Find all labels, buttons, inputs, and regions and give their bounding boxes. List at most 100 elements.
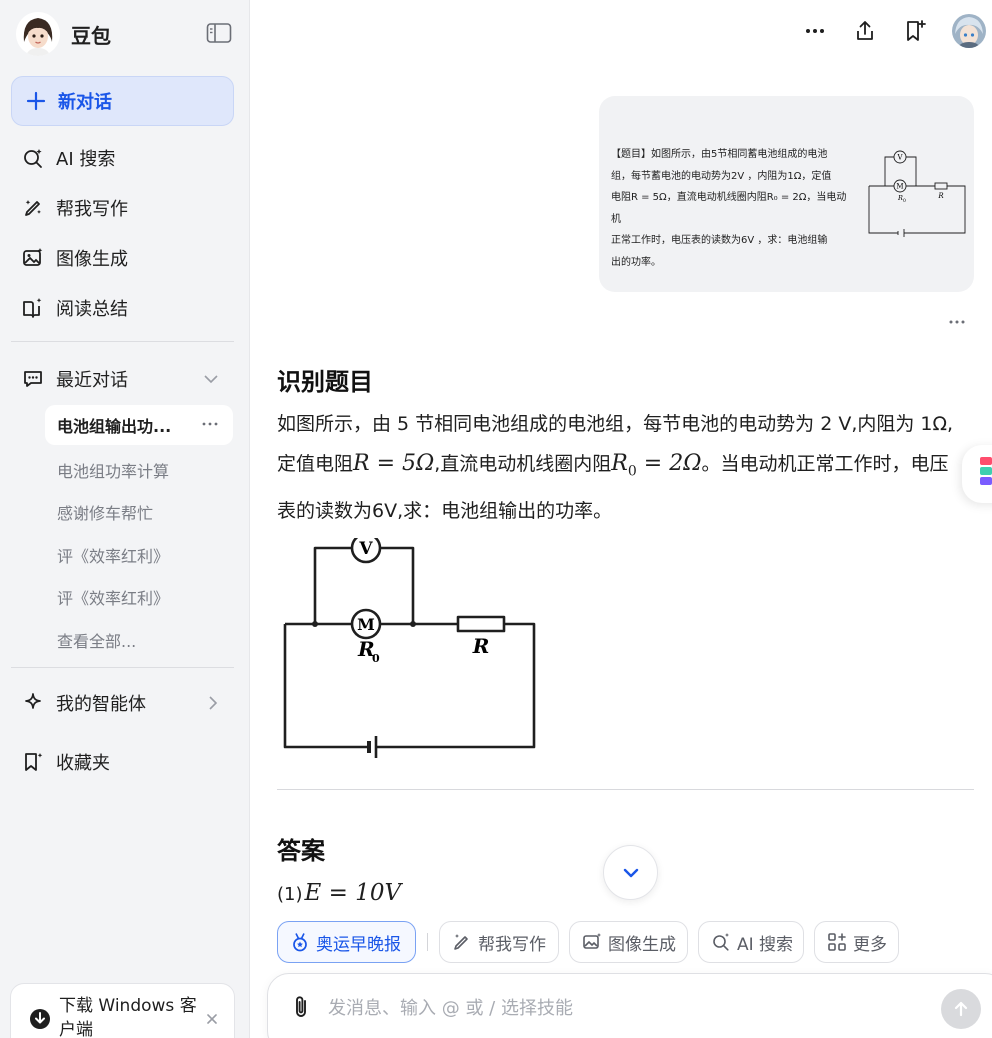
skill-chip-olympics[interactable]: 奥运早晚报 [277, 921, 416, 963]
conversation-item[interactable]: 评《效率红利》 [57, 585, 169, 609]
resistor-label: R [472, 634, 490, 658]
skill-chip-writing[interactable]: 帮我写作 [439, 921, 559, 963]
math-subscript: 0 [627, 463, 637, 480]
conversation-title: 电池组输出功... [57, 417, 172, 436]
answer-prefix: (1) [277, 884, 303, 905]
user-avatar[interactable] [952, 14, 986, 48]
recent-title: 最近对话 [56, 370, 128, 391]
user-message-image[interactable]: 【题目】如图所示，由5节相同蓄电池组成的电池 组，每节蓄电池的电动势为2V ，内… [599, 96, 974, 292]
image-icon [22, 247, 44, 269]
sidebar-item-ai-search[interactable]: AI 搜索 [22, 143, 115, 173]
answer-line: (1) E = 10V [277, 880, 401, 906]
problem-text: 定值电阻 [277, 453, 354, 475]
circuit-diagram: V M R 0 R [278, 538, 540, 760]
chat-bubble-icon [22, 368, 44, 390]
sidebar-item-writing[interactable]: 帮我写作 [22, 193, 128, 223]
more-icon[interactable] [201, 415, 219, 433]
question-image-text: 【题目】如图所示，由5节相同蓄电池组成的电池 组，每节蓄电池的电动势为2V ，内… [611, 144, 856, 273]
math-value: = 2Ω [636, 451, 702, 476]
download-client-banner[interactable]: 下载 Windows 客户端 [10, 983, 235, 1038]
section-title-answer: 答案 [277, 837, 325, 865]
sidebar-item-my-agents[interactable]: 我的智能体 [22, 688, 222, 718]
arrow-up-icon [954, 1001, 968, 1017]
section-divider [277, 789, 974, 790]
chip-label: 奥运早晚报 [316, 934, 401, 955]
image-icon [582, 932, 602, 952]
problem-text: ,直流电动机线圈内阻 [434, 453, 612, 475]
question-line: 出的功率。 [611, 256, 661, 268]
close-icon[interactable] [205, 1012, 219, 1026]
answer-math: E = 10V [304, 880, 402, 906]
brand[interactable]: 豆包 [16, 12, 111, 56]
problem-line: 定值电阻R = 5Ω,直流电动机线圈内阻R0 = 2Ω。当电动机正常工作时，电压 [277, 444, 977, 491]
sidebar-item-label: 图像生成 [56, 249, 128, 270]
app-logo-icon [980, 457, 992, 485]
conversation-item-active[interactable]: 电池组输出功... [45, 405, 233, 445]
floating-assistant-widget[interactable] [962, 445, 992, 503]
new-chat-label: 新对话 [58, 92, 112, 113]
message-more-icon[interactable] [946, 314, 968, 330]
problem-line: 表的读数为6V,求：电池组输出的功率。 [277, 500, 613, 523]
sidebar-divider [11, 667, 234, 668]
question-line: 正常工作时，电压表的读数为6V ，求：电池组输 [611, 235, 828, 246]
conversation-item[interactable]: 感谢修车帮忙 [57, 500, 153, 524]
sidebar-item-reading[interactable]: 阅读总结 [22, 293, 128, 323]
message-composer[interactable]: 发消息、输入 @ 或 / 选择技能 [267, 973, 992, 1038]
sidebar: 豆包 新对话 AI 搜索 帮我写作 图像生成 阅读总结 最近对话 电池组输出功.… [0, 0, 250, 1038]
send-button[interactable] [941, 989, 981, 1029]
chevron-down-icon [623, 868, 638, 877]
skill-chip-more[interactable]: 更多 [814, 921, 899, 963]
app-name: 豆包 [71, 23, 111, 48]
chevron-down-icon [202, 370, 220, 388]
sidebar-item-image-gen[interactable]: 图像生成 [22, 243, 128, 273]
bookmark-icon [22, 751, 44, 773]
sidebar-item-label: AI 搜索 [56, 149, 116, 170]
section-title-identify: 识别题目 [277, 368, 373, 396]
more-options-icon[interactable] [800, 16, 830, 46]
motor-resistance-sub: 0 [903, 198, 906, 204]
book-icon [22, 297, 44, 319]
small-circuit-diagram: V M R 0 R [867, 148, 967, 238]
sidebar-item-favorites[interactable]: 收藏夹 [22, 747, 110, 777]
sidebar-item-label: 帮我写作 [56, 199, 128, 220]
skill-chip-ai-search[interactable]: AI 搜索 [698, 921, 804, 963]
sidebar-item-label: 我的智能体 [56, 694, 146, 715]
bookmark-add-icon[interactable] [900, 16, 930, 46]
sidebar-toggle-icon[interactable] [206, 22, 232, 44]
view-all-link[interactable]: 查看全部... [57, 628, 136, 652]
pen-icon [452, 932, 472, 952]
problem-statement: 如图所示，由 5 节相同电池组成的电池组，每节电池的电动势为 2 V,内阻为 1… [277, 404, 977, 531]
sidebar-item-label: 收藏夹 [56, 753, 110, 774]
chip-label: AI 搜索 [737, 934, 794, 955]
chip-label: 帮我写作 [478, 934, 546, 955]
voltmeter-label: V [358, 539, 373, 559]
download-icon [29, 1008, 51, 1030]
pen-icon [22, 197, 44, 219]
scroll-to-bottom-button[interactable] [603, 845, 658, 900]
problem-line: 如图所示，由 5 节相同电池组成的电池组，每节电池的电动势为 2 V,内阻为 1… [277, 413, 954, 435]
attachment-icon[interactable] [290, 994, 312, 1020]
sidebar-item-label: 阅读总结 [56, 299, 128, 320]
grid-plus-icon [827, 932, 847, 952]
recent-conversations-header[interactable]: 最近对话 [22, 364, 222, 394]
message-input[interactable]: 发消息、输入 @ 或 / 选择技能 [328, 994, 573, 1020]
motor-resistance-sub: 0 [372, 652, 380, 665]
motor-label: M [357, 615, 375, 634]
new-chat-button[interactable]: 新对话 [11, 76, 234, 126]
plus-icon [26, 91, 46, 111]
math-motor-resistance: R0 = 2Ω [611, 451, 702, 480]
download-label: 下载 Windows 客户端 [59, 996, 197, 1038]
share-icon[interactable] [850, 16, 880, 46]
search-sparkle-icon [711, 932, 731, 952]
conversation-item[interactable]: 评《效率红利》 [57, 543, 169, 567]
chevron-right-icon [204, 694, 222, 712]
motor-label: M [896, 183, 903, 191]
voltmeter-label: V [896, 154, 903, 162]
conversation-item[interactable]: 电池组功率计算 [57, 458, 169, 482]
medal-icon [290, 932, 310, 952]
skill-chip-image[interactable]: 图像生成 [569, 921, 688, 963]
sparkle-icon [22, 692, 44, 714]
problem-text: 。当电动机正常工作时，电压 [701, 453, 949, 475]
question-line: 电阻R = 5Ω，直流电动机线圈内阻R₀ = 2Ω，当电动机 [611, 192, 847, 225]
math-symbol: R [611, 451, 628, 476]
